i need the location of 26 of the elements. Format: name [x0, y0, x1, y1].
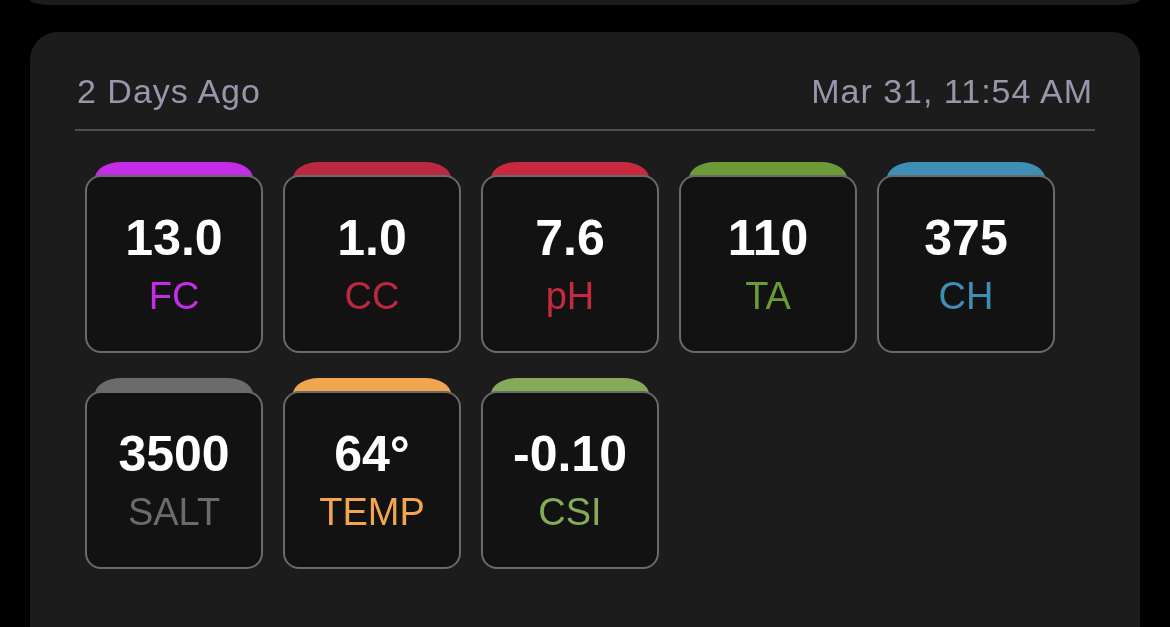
test-value: 375	[924, 209, 1008, 267]
test-value: 64°	[334, 425, 410, 483]
test-tile[interactable]: 110 TA	[679, 175, 857, 353]
test-tile[interactable]: 13.0 FC	[85, 175, 263, 353]
test-tile[interactable]: -0.10 CSI	[481, 391, 659, 569]
test-label: TA	[745, 274, 791, 319]
test-label: SALT	[127, 490, 221, 535]
test-label: CC	[344, 274, 400, 319]
test-tile[interactable]: 3500 SALT	[85, 391, 263, 569]
test-tile[interactable]: 1.0 CC	[283, 175, 461, 353]
test-tile[interactable]: 64° TEMP	[283, 391, 461, 569]
test-tile[interactable]: 7.6 pH	[481, 175, 659, 353]
test-label: TEMP	[319, 490, 425, 535]
test-value: 7.6	[535, 209, 605, 267]
test-label: FC	[148, 274, 200, 319]
test-label: CH	[938, 274, 994, 319]
test-value: 3500	[118, 425, 230, 483]
test-value: 13.0	[125, 209, 223, 267]
test-value: 1.0	[337, 209, 407, 267]
test-tile[interactable]: 375 CH	[877, 175, 1055, 353]
test-value: -0.10	[513, 425, 627, 483]
relative-time: 2 Days Ago	[77, 71, 261, 111]
test-label: CSI	[538, 490, 602, 535]
test-label: pH	[545, 274, 595, 319]
timestamp: Mar 31, 11:54 AM	[811, 71, 1093, 111]
test-value: 110	[727, 209, 809, 267]
